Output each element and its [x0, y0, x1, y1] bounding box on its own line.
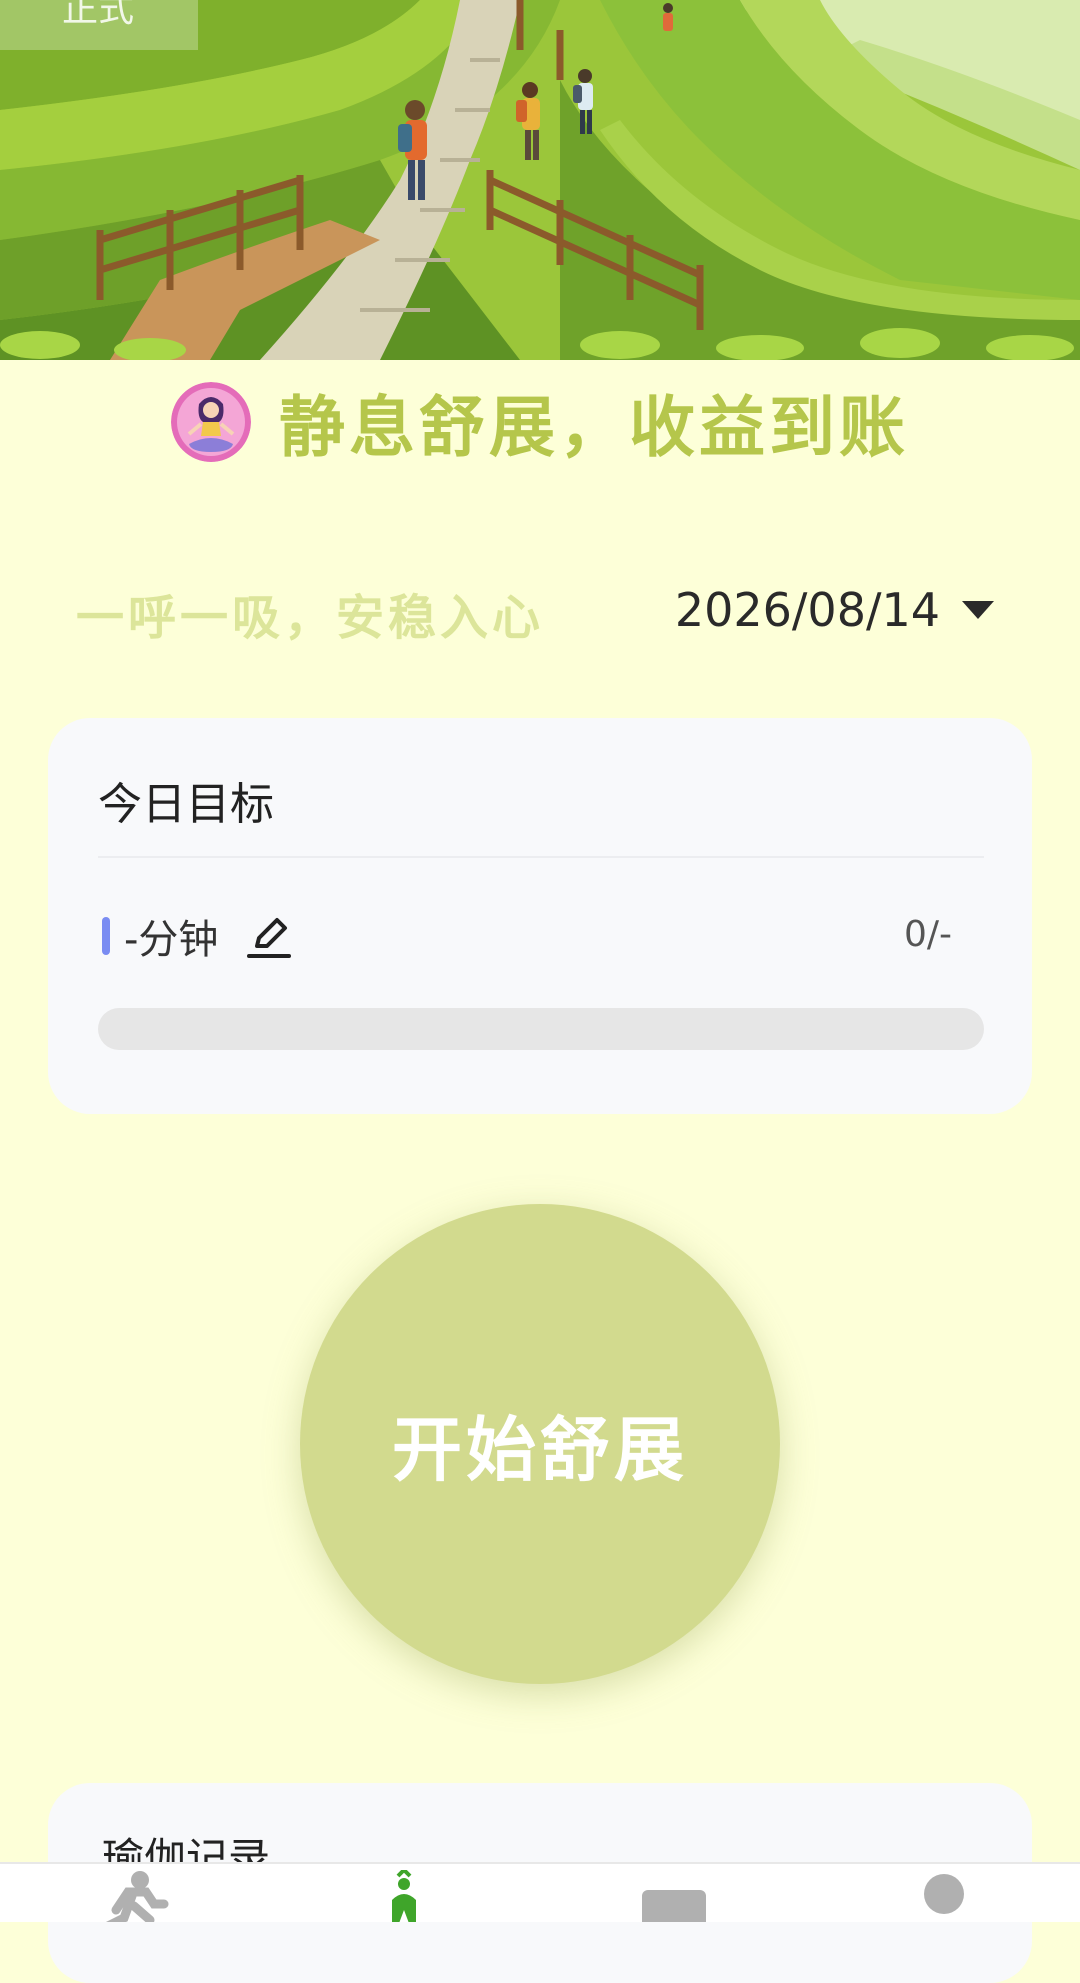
date-picker[interactable]: 2026/08/14	[675, 580, 994, 640]
title-row: 静息舒展，收益到账	[0, 378, 1080, 466]
env-badge: 正式	[0, 0, 198, 50]
goal-row: -分钟	[102, 908, 294, 964]
nav-item-card[interactable]	[634, 1870, 714, 1922]
page-title: 静息舒展，收益到账	[279, 389, 909, 466]
goal-card-title: 今日目标	[98, 779, 274, 830]
card-icon[interactable]	[634, 1870, 714, 1922]
tea-terrace-illustration	[0, 0, 1080, 360]
yoga-icon[interactable]	[364, 1870, 444, 1922]
nav-item-running[interactable]	[94, 1870, 174, 1922]
running-person-icon[interactable]	[94, 1870, 174, 1922]
bottom-nav	[0, 1862, 1080, 1922]
start-stretch-button[interactable]: 开始舒展	[300, 1204, 780, 1684]
slogan-text: 一呼一吸，安稳入心	[76, 590, 545, 646]
hero-banner: 正式	[0, 0, 1080, 360]
nav-item-profile[interactable]	[904, 1870, 984, 1922]
goal-minutes: -分钟	[124, 917, 219, 963]
caret-down-icon[interactable]	[962, 601, 994, 619]
goal-count: 0/-	[903, 914, 952, 955]
divider	[98, 856, 984, 858]
today-goal-card: 今日目标 -分钟 0/-	[48, 718, 1032, 1114]
start-button-label: 开始舒展	[392, 1408, 688, 1491]
goal-progress-bar	[98, 1008, 984, 1050]
yoga-avatar-icon	[171, 382, 251, 462]
date-value[interactable]: 2026/08/14	[675, 583, 940, 637]
profile-icon[interactable]	[904, 1870, 984, 1922]
nav-item-yoga[interactable]	[364, 1870, 444, 1922]
edit-pencil-icon[interactable]	[244, 911, 294, 961]
goal-accent-bar	[102, 917, 110, 955]
